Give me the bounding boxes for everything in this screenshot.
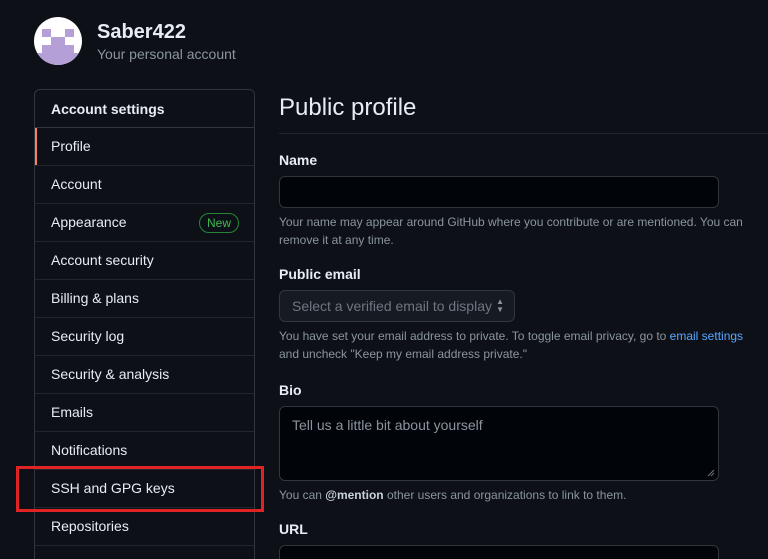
sidebar-item-repositories[interactable]: Repositories <box>35 508 254 546</box>
sidebar-item-label: Security log <box>51 328 125 344</box>
sidebar-item-appearance[interactable]: Appearance New <box>35 204 254 242</box>
sidebar-item-emails[interactable]: Emails <box>35 394 254 432</box>
note-text: other users and organizations to link to… <box>383 488 627 502</box>
mention-text: @mention <box>325 488 384 502</box>
sidebar-item-label: Notifications <box>51 442 128 458</box>
sidebar-item-label: SSH and GPG keys <box>51 480 175 496</box>
sidebar-item-label: Appearance <box>51 214 127 230</box>
sidebar-item-label: Account security <box>51 252 154 268</box>
page-title: Public profile <box>279 89 768 134</box>
new-badge: New <box>198 213 239 233</box>
bio-label: Bio <box>279 382 302 398</box>
public-email-label: Public email <box>279 266 361 282</box>
note-text: You can <box>279 488 326 502</box>
sidebar-item-label: Profile <box>51 138 91 154</box>
settings-page: Saber422 Your personal account Account s… <box>0 0 768 559</box>
avatar-pixel <box>51 37 65 45</box>
url-label: URL <box>279 521 308 537</box>
note-text: You have set your email address to priva… <box>279 329 670 343</box>
sidebar-item-account[interactable]: Account <box>35 166 254 204</box>
account-name[interactable]: Saber422 <box>97 19 236 45</box>
settings-sidebar: Account settings Profile Account Appeara… <box>34 89 255 559</box>
resize-grip-icon[interactable] <box>707 469 715 477</box>
avatar[interactable] <box>34 17 82 65</box>
sidebar-item-security-analysis[interactable]: Security & analysis <box>35 356 254 394</box>
bio-textarea[interactable]: Tell us a little bit about yourself <box>279 406 719 481</box>
account-subtitle: Your personal account <box>97 46 236 62</box>
sidebar-item-label: Security & analysis <box>51 366 170 382</box>
public-email-selected: Select a verified email to display <box>292 298 492 314</box>
avatar-pixel <box>42 45 74 53</box>
sidebar-item-label: Billing & plans <box>51 290 139 306</box>
bio-note: You can @mention other users and organiz… <box>279 486 749 504</box>
public-email-select[interactable]: Select a verified email to display ▲ ▼ <box>279 290 515 322</box>
sidebar-item-label: Emails <box>51 404 94 420</box>
sidebar-item-label: Account <box>51 176 102 192</box>
email-settings-link[interactable]: email settings <box>670 329 743 343</box>
sidebar-item-ssh-gpg-keys[interactable]: SSH and GPG keys <box>35 470 254 508</box>
select-caret-icon: ▲ ▼ <box>496 297 504 314</box>
sidebar-item-notifications[interactable]: Notifications <box>35 432 254 470</box>
name-note: Your name may appear around GitHub where… <box>279 215 743 247</box>
name-input[interactable] <box>279 176 719 208</box>
profile-form: Public profile Name Your name may appear… <box>279 89 768 559</box>
sidebar-item-profile[interactable]: Profile <box>35 128 254 166</box>
name-label: Name <box>279 152 318 168</box>
avatar-pixel <box>34 53 82 65</box>
avatar-pixel <box>42 29 51 37</box>
bio-placeholder: Tell us a little bit about yourself <box>292 417 483 433</box>
sidebar-item-security-log[interactable]: Security log <box>35 318 254 356</box>
url-input[interactable] <box>279 545 719 559</box>
sidebar-item-account-security[interactable]: Account security <box>35 242 254 280</box>
avatar-pixel <box>65 29 74 37</box>
note-text: and uncheck "Keep my email address priva… <box>279 347 527 361</box>
sidebar-heading: Account settings <box>35 90 254 128</box>
sidebar-item-label: Repositories <box>51 518 129 534</box>
sidebar-item-billing[interactable]: Billing & plans <box>35 280 254 318</box>
public-email-note: You have set your email address to priva… <box>279 327 749 363</box>
account-header: Saber422 Your personal account <box>34 17 236 65</box>
